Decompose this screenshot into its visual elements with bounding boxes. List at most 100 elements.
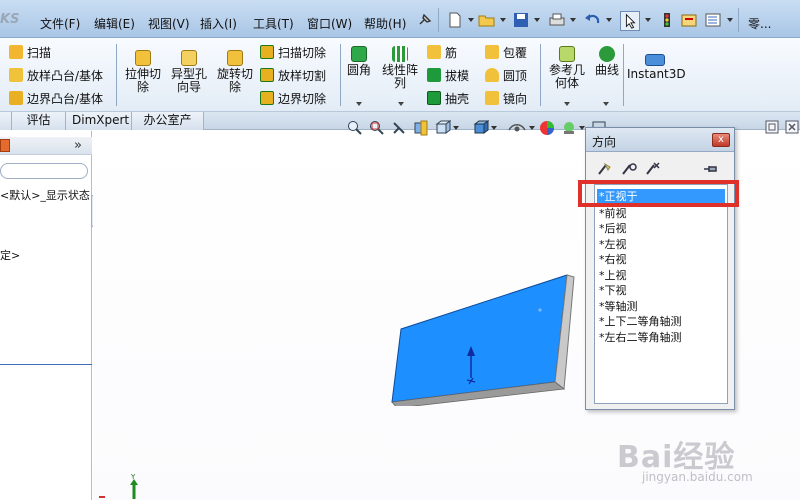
tree-rollback-bar[interactable]	[0, 364, 92, 365]
menu-file[interactable]: 文件(F)	[40, 15, 80, 32]
tree-display-state[interactable]: <默认>_显示状态	[0, 187, 90, 203]
dome-label: 圆顶	[503, 69, 528, 83]
more-label[interactable]: 零...	[748, 15, 771, 32]
menu-tools[interactable]: 工具(T)	[253, 15, 294, 32]
reference-geometry-button[interactable]: 参考几 何体	[544, 46, 590, 90]
view-front[interactable]: *前视	[599, 205, 627, 221]
boundary-cut-button[interactable]: 边界切除	[260, 90, 326, 107]
previous-view-icon[interactable]	[391, 120, 407, 136]
undo-dropdown-icon[interactable]	[606, 18, 612, 22]
view-orientation-dropdown-icon[interactable]	[453, 126, 459, 130]
menu-insert[interactable]: 插入(I)	[200, 15, 237, 32]
lofted-cut-button[interactable]: 放样切割	[260, 67, 326, 84]
save-icon[interactable]	[512, 12, 530, 28]
update-standard-views-icon[interactable]	[620, 161, 638, 177]
wrap-icon	[485, 45, 499, 59]
restore-window-icon[interactable]	[765, 120, 779, 134]
hide-show-items-icon[interactable]	[507, 120, 527, 136]
pin-dialog-icon[interactable]	[702, 161, 720, 177]
tab-evaluate[interactable]: 评估	[12, 112, 66, 130]
panel-expand-icon[interactable]: »	[74, 138, 82, 153]
save-dropdown-icon[interactable]	[534, 18, 540, 22]
view-orientation-icon[interactable]	[435, 120, 451, 136]
tab-office-products[interactable]: 办公室产品	[132, 112, 204, 144]
boundary-label: 边界凸台/基体	[27, 92, 104, 106]
loft-boss-button[interactable]: 放样凸台/基体	[9, 67, 103, 84]
wrap-button[interactable]: 包覆	[485, 44, 527, 61]
view-dimetric[interactable]: *上下二等角轴测	[599, 313, 682, 329]
mirror-button[interactable]: 镜向	[485, 90, 527, 107]
rib-label: 筋	[445, 46, 458, 60]
view-top[interactable]: *上视	[599, 267, 627, 283]
file-properties-icon[interactable]	[680, 12, 698, 28]
pin-icon[interactable]	[416, 12, 434, 28]
boundary-cut-icon	[260, 91, 274, 105]
tree-filter-input[interactable]	[0, 163, 88, 179]
view-back[interactable]: *后视	[599, 220, 627, 236]
revolved-cut-label: 旋转切 除	[216, 67, 253, 94]
app-brand: KS	[0, 12, 20, 27]
section-view-icon[interactable]	[413, 120, 429, 136]
swept-cut-button[interactable]: 扫描切除	[260, 44, 326, 61]
view-right[interactable]: *右视	[599, 251, 627, 267]
view-left[interactable]: *左视	[599, 236, 627, 252]
apply-scene-icon[interactable]	[561, 120, 577, 136]
display-style-dropdown-icon[interactable]	[491, 126, 497, 130]
menu-help[interactable]: 帮助(H)	[364, 15, 406, 32]
view-trimetric[interactable]: *左右二等角轴测	[599, 329, 682, 345]
select-dropdown-icon[interactable]	[645, 18, 651, 22]
zoom-to-fit-icon[interactable]	[347, 120, 363, 136]
close-window-icon[interactable]	[785, 120, 799, 134]
fillet-dropdown-icon[interactable]	[356, 102, 362, 106]
tab-partial[interactable]	[0, 112, 12, 130]
menu-window[interactable]: 窗口(W)	[307, 15, 352, 32]
shell-button[interactable]: 抽壳	[427, 90, 469, 107]
print-dropdown-icon[interactable]	[570, 18, 576, 22]
print-icon[interactable]	[548, 12, 566, 28]
display-style-icon[interactable]	[473, 120, 489, 136]
panel-tab-icon[interactable]	[0, 139, 10, 152]
options-dropdown-icon[interactable]	[727, 18, 733, 22]
curves-dropdown-icon[interactable]	[603, 102, 609, 106]
hide-show-dropdown-icon[interactable]	[529, 126, 535, 130]
dome-button[interactable]: 圆顶	[485, 67, 527, 84]
extruded-cut-button[interactable]: 拉伸切 除	[120, 50, 166, 94]
open-folder-icon[interactable]	[478, 12, 496, 28]
orientation-dialog-titlebar[interactable]: 方向 x	[586, 128, 734, 152]
hole-wizard-button[interactable]: 异型孔 向导	[166, 50, 212, 94]
reference-geometry-dropdown-icon[interactable]	[564, 102, 570, 106]
select-arrow-icon[interactable]	[620, 11, 640, 31]
new-dropdown-icon[interactable]	[468, 18, 474, 22]
tab-dimxpert[interactable]: DimXpert	[66, 112, 132, 130]
rib-button[interactable]: 筋	[427, 44, 457, 61]
view-isometric[interactable]: *等轴测	[599, 298, 638, 314]
reset-standard-views-icon[interactable]	[644, 161, 662, 177]
part-model[interactable]	[383, 266, 583, 406]
undo-icon[interactable]	[584, 12, 602, 28]
draft-button[interactable]: 拔模	[427, 67, 469, 84]
hole-wizard-icon	[181, 50, 197, 66]
rebuild-traffic-light-icon[interactable]	[658, 12, 676, 28]
boundary-cut-label: 边界切除	[278, 92, 327, 106]
new-view-icon[interactable]	[596, 161, 614, 177]
curves-button[interactable]: 曲线	[592, 46, 622, 77]
instant3d-button[interactable]: Instant3D	[627, 54, 686, 81]
close-dialog-button[interactable]: x	[712, 133, 730, 147]
menu-edit[interactable]: 编辑(E)	[94, 15, 135, 32]
revolved-cut-button[interactable]: 旋转切 除	[212, 50, 258, 94]
linear-pattern-dropdown-icon[interactable]	[398, 102, 404, 106]
open-dropdown-icon[interactable]	[500, 18, 506, 22]
edit-appearance-icon[interactable]	[539, 120, 555, 136]
fillet-button[interactable]: 圆角	[344, 46, 374, 77]
hole-wizard-label: 异型孔 向导	[170, 67, 207, 94]
ribbon-separator	[340, 44, 341, 106]
tree-item-partial[interactable]: 定>	[0, 247, 20, 263]
sweep-boss-button[interactable]: 扫描	[9, 44, 51, 61]
options-icon[interactable]	[704, 12, 722, 28]
linear-pattern-button[interactable]: 线性阵 列	[378, 46, 422, 90]
boundary-boss-button[interactable]: 边界凸台/基体	[9, 90, 103, 107]
view-bottom[interactable]: *下视	[599, 282, 627, 298]
new-document-icon[interactable]	[446, 12, 464, 28]
menu-view[interactable]: 视图(V)	[148, 15, 190, 32]
zoom-to-area-icon[interactable]	[369, 120, 385, 136]
